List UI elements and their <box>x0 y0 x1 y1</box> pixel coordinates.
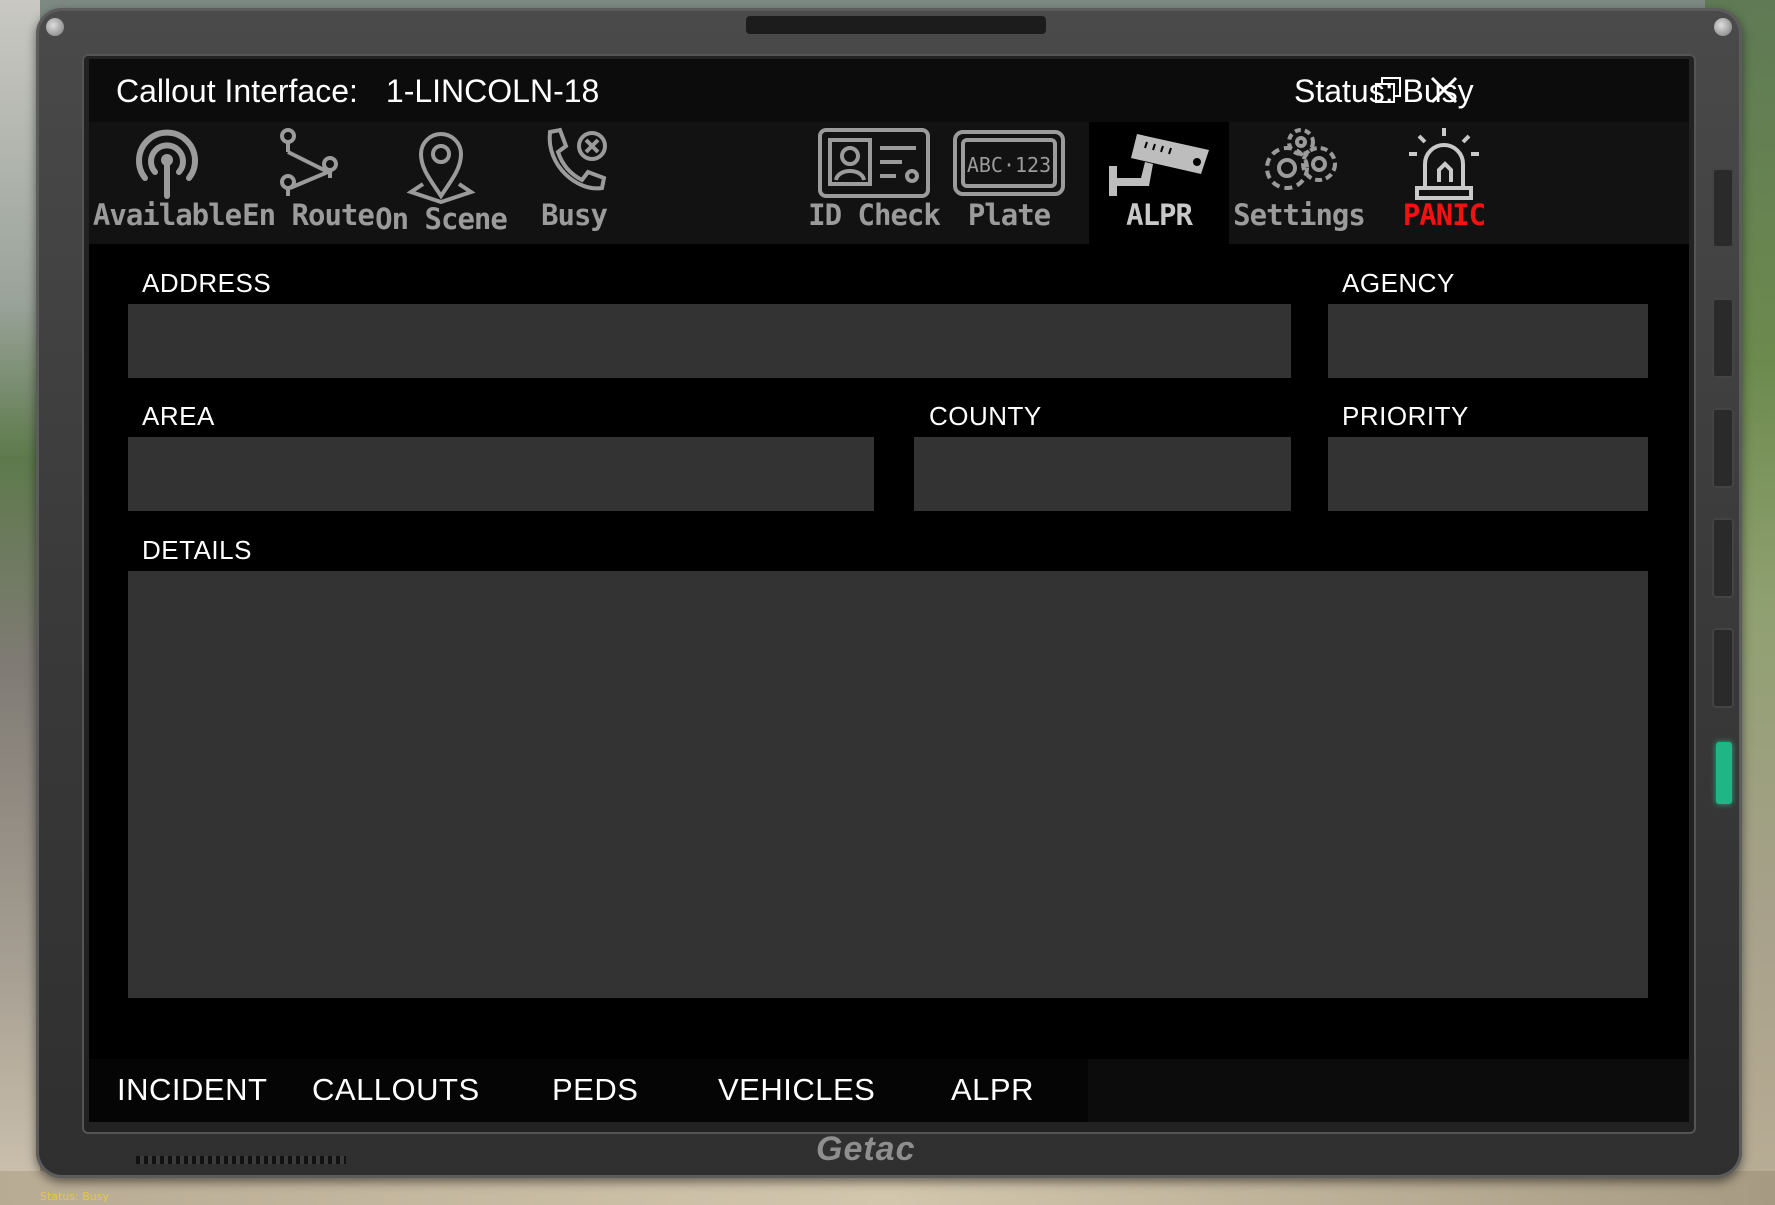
map-pin-icon <box>406 132 476 204</box>
en-route-label: En Route <box>242 198 375 232</box>
screw-icon <box>46 18 64 36</box>
window-title: Callout Interface: 1-LINCOLN-18 <box>116 73 599 110</box>
close-icon <box>1430 76 1458 104</box>
priority-label: PRIORITY <box>1342 401 1469 431</box>
area-field[interactable] <box>128 437 874 511</box>
tablet-top-notch <box>746 16 1046 34</box>
address-label: ADDRESS <box>142 268 272 298</box>
license-plate-icon: ABC·123 <box>953 130 1065 196</box>
route-icon <box>280 128 338 196</box>
alpr-button[interactable]: ALPR <box>1089 122 1229 244</box>
available-button[interactable]: Available <box>89 122 245 244</box>
available-label: Available <box>92 198 242 232</box>
agency-label: AGENCY <box>1342 268 1455 298</box>
side-button[interactable] <box>1712 168 1734 248</box>
background-scenery-left <box>0 0 40 1205</box>
id-check-label: ID Check <box>808 198 941 232</box>
title-bar: Callout Interface: 1-LINCOLN-18 Status: B… <box>89 59 1689 122</box>
side-button[interactable] <box>1712 408 1734 488</box>
side-button[interactable] <box>1712 518 1734 598</box>
callout-form: ADDRESS AGENCY AREA COUNTY PRIORITY DETA… <box>89 244 1689 1059</box>
en-route-button[interactable]: En Route <box>242 122 375 244</box>
tab-alpr[interactable]: ALPR <box>951 1072 1034 1108</box>
title-label: Callout Interface: <box>116 73 358 109</box>
security-camera-icon <box>1109 134 1209 196</box>
unit-callsign: 1-LINCOLN-18 <box>385 73 600 109</box>
restore-icon <box>1375 77 1401 103</box>
side-button[interactable] <box>1712 298 1734 378</box>
busy-button[interactable]: Busy <box>511 122 637 244</box>
tab-vehicles[interactable]: VEHICLES <box>718 1072 875 1108</box>
id-check-button[interactable]: ID Check <box>789 122 959 244</box>
plate-button[interactable]: ABC·123 Plate <box>939 122 1079 244</box>
vent-grille <box>136 1156 346 1164</box>
tab-incident[interactable]: INCIDENT <box>117 1072 267 1108</box>
county-label: COUNTY <box>929 401 1042 431</box>
brand-logo: Getac <box>816 1130 916 1168</box>
id-card-icon <box>818 128 930 198</box>
broadcast-icon <box>136 129 198 199</box>
tab-peds[interactable]: PEDS <box>552 1072 638 1108</box>
priority-field[interactable] <box>1328 437 1648 511</box>
address-field[interactable] <box>128 304 1291 378</box>
busy-label: Busy <box>541 198 608 232</box>
restore-button[interactable] <box>1369 71 1407 109</box>
settings-button[interactable]: Settings <box>1229 122 1369 244</box>
agency-field[interactable] <box>1328 304 1648 378</box>
details-label: DETAILS <box>142 535 252 565</box>
close-button[interactable] <box>1425 71 1463 109</box>
callout-interface-window: Callout Interface: 1-LINCOLN-18 Status: B… <box>89 59 1689 1122</box>
details-field[interactable] <box>128 571 1648 998</box>
on-scene-button[interactable]: On Scene <box>371 122 511 244</box>
plate-label: Plate <box>967 198 1051 232</box>
side-button[interactable] <box>1712 628 1734 708</box>
tab-callouts[interactable]: CALLOUTS <box>312 1072 480 1108</box>
svg-text:ABC·123: ABC·123 <box>967 153 1051 177</box>
gears-icon <box>1265 128 1337 190</box>
bottom-tab-bar: INCIDENT CALLOUTS PEDS VEHICLES ALPR <box>89 1059 1689 1122</box>
screw-icon <box>1714 18 1732 36</box>
panic-button[interactable]: PANIC <box>1379 122 1509 244</box>
settings-label: Settings <box>1233 198 1366 232</box>
on-scene-label: On Scene <box>375 202 508 236</box>
phone-busy-icon <box>547 127 607 191</box>
hud-status-text: Status: Busy <box>40 1190 110 1203</box>
status-toolbar: Available En Route On Scene Busy ID Chec… <box>89 122 1689 244</box>
tab-strip: INCIDENT CALLOUTS PEDS VEHICLES ALPR <box>89 1059 1088 1122</box>
panic-label: PANIC <box>1402 198 1486 232</box>
county-field[interactable] <box>914 437 1291 511</box>
alpr-label: ALPR <box>1126 198 1193 232</box>
area-label: AREA <box>142 401 215 431</box>
power-led-indicator <box>1716 742 1732 804</box>
siren-icon <box>1409 128 1479 200</box>
